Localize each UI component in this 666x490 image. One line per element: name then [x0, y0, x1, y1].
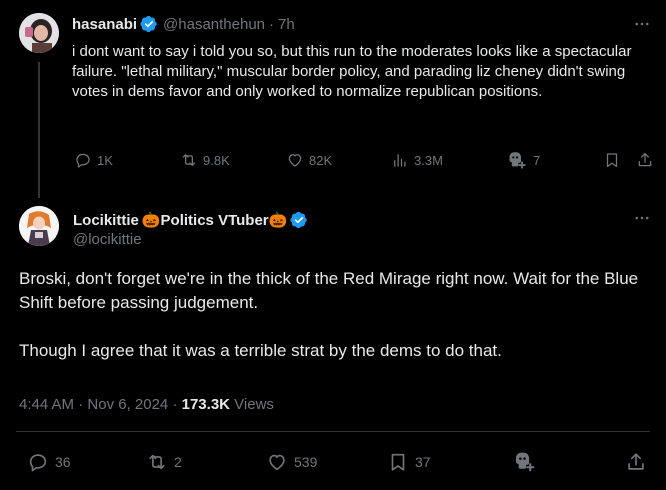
reply-grok-button[interactable]: [512, 449, 537, 474]
reply-bookmark-count: 37: [415, 454, 431, 470]
reply-share-button[interactable]: [625, 451, 647, 473]
parent-views-count: 3.3M: [414, 152, 443, 168]
reply-tweet-text: Broski, don't forget we're in the thick …: [19, 269, 639, 360]
reply-reply-button[interactable]: 36: [27, 451, 71, 473]
reply-repost-count: 2: [174, 454, 182, 470]
parent-reply-count: 1K: [97, 152, 113, 168]
reply-meta: 4:44 AM · Nov 6, 2024 · 173.3K Views: [19, 396, 274, 413]
grok-icon: [515, 452, 535, 472]
reply-author-tag: Politics VTuber: [160, 211, 269, 229]
reply-reply-count: 36: [55, 454, 71, 470]
parent-bookmark-button[interactable]: [603, 151, 621, 169]
parent-share-button[interactable]: [636, 151, 654, 169]
parent-dot-separator: ·: [269, 15, 275, 33]
reply-author-handle[interactable]: @locikittie: [73, 231, 142, 248]
verified-badge-icon: [290, 211, 308, 229]
parent-grok-count: 7: [533, 152, 541, 168]
repost-icon: [182, 154, 196, 166]
reply-repost-button[interactable]: 2: [146, 451, 182, 473]
parent-like-count: 82K: [309, 152, 333, 168]
parent-views-button[interactable]: 3.3M: [391, 151, 443, 169]
reply-bookmark-button[interactable]: 37: [387, 451, 431, 473]
repost-icon: [149, 454, 165, 470]
grok-icon: [509, 152, 526, 169]
parent-time[interactable]: 7h: [278, 16, 295, 33]
parent-header: hasanabi @hasanthehun · 7h: [72, 14, 295, 34]
parent-author-handle[interactable]: @hasanthehun: [163, 16, 265, 33]
parent-author-name[interactable]: hasanabi: [72, 16, 137, 33]
reply-author-name[interactable]: Locikittie: [73, 212, 139, 229]
reply-date[interactable]: Nov 6, 2024: [87, 396, 168, 413]
parent-more-button[interactable]: [632, 14, 652, 34]
reply-views-label: Views: [234, 396, 274, 413]
bookmark-icon: [606, 153, 618, 168]
parent-reply-button[interactable]: 1K: [74, 151, 113, 169]
reply-time[interactable]: 4:44 AM: [19, 396, 74, 413]
share-icon: [638, 152, 652, 167]
parent-tweet-text: i dont want to say i told you so, but th…: [72, 43, 636, 100]
share-icon: [628, 453, 644, 470]
thread-connector-line: [38, 62, 40, 198]
more-horizontal-icon: [635, 22, 649, 26]
parent-avatar[interactable]: [19, 13, 59, 53]
reply-meta-separator: ·: [78, 396, 84, 413]
reply-meta-separator-2: ·: [172, 396, 178, 413]
reply-like-count: 539: [294, 454, 318, 470]
heart-icon: [288, 154, 302, 167]
reply-more-button[interactable]: [632, 208, 652, 228]
more-horizontal-icon: [635, 216, 649, 220]
verified-badge-icon: [140, 15, 157, 33]
reply-like-button[interactable]: 539: [266, 451, 317, 473]
analytics-icon: [394, 154, 406, 167]
reply-avatar-image: [19, 206, 59, 246]
heart-icon: [269, 454, 285, 471]
reply-avatar[interactable]: [19, 206, 59, 246]
pumpkin-emoji-left: 🎃: [141, 212, 161, 229]
parent-like-button[interactable]: 82K: [286, 151, 332, 169]
parent-repost-button[interactable]: 9.8K: [180, 151, 230, 169]
reply-icon: [29, 454, 47, 472]
parent-avatar-image: [19, 13, 59, 53]
bookmark-icon: [391, 453, 405, 471]
parent-repost-count: 9.8K: [203, 152, 230, 168]
pumpkin-emoji-right: 🎃: [268, 212, 288, 229]
reply-header: Locikittie 🎃 Politics VTuber 🎃: [73, 209, 308, 231]
reply-divider: [16, 431, 650, 432]
reply-views-count: 173.3K: [181, 396, 230, 413]
parent-grok-button[interactable]: 7: [506, 149, 540, 171]
reply-icon: [76, 153, 90, 168]
